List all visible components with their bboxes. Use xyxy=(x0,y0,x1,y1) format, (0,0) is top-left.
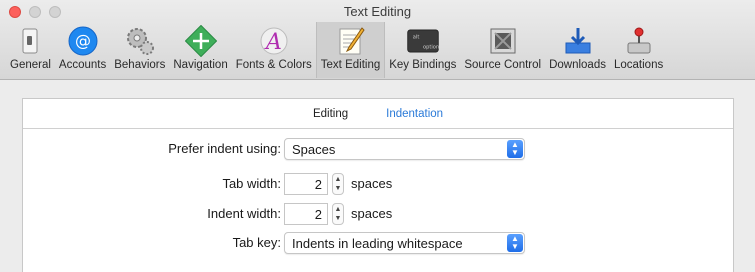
tab-key-value: Indents in leading whitespace xyxy=(292,236,463,251)
option-key-icon: alt option xyxy=(406,25,440,57)
font-a-icon: A xyxy=(257,25,291,57)
indent-width-row: Indent width: 2 ▲ ▼ spaces xyxy=(23,203,733,225)
joystick-drive-icon xyxy=(622,25,656,57)
toolbar-text-editing[interactable]: Text Editing xyxy=(315,22,386,78)
general-switch-icon xyxy=(13,25,47,57)
navigation-arrows-icon xyxy=(184,25,218,57)
toolbar-downloads[interactable]: Downloads xyxy=(545,22,610,78)
prefer-indent-row: Prefer indent using: Spaces ▲ ▼ xyxy=(23,138,733,160)
toolbar-label: Locations xyxy=(613,59,664,71)
toolbar-label: Behaviors xyxy=(114,59,166,71)
preferences-window: Text Editing General @ Accounts Behavior… xyxy=(0,0,755,272)
toolbar-label: Accounts xyxy=(58,59,107,71)
tab-width-value: 2 xyxy=(314,177,322,192)
window-title: Text Editing xyxy=(343,4,412,19)
toolbar-source-control[interactable]: Source Control xyxy=(460,22,545,78)
toolbar-locations[interactable]: Locations xyxy=(610,22,667,78)
tab-width-label: Tab width: xyxy=(222,176,281,191)
indent-width-stepper[interactable]: ▲ ▼ xyxy=(332,203,344,225)
toolbar-label: General xyxy=(10,59,51,71)
pencil-paper-icon xyxy=(334,25,368,57)
at-sign-icon: @ xyxy=(66,25,100,57)
gears-icon xyxy=(123,25,157,57)
titlebar: Text Editing General @ Accounts Behavior… xyxy=(0,0,755,80)
preferences-toolbar: General @ Accounts Behaviors Navigation … xyxy=(6,22,667,78)
indent-width-field[interactable]: 2 xyxy=(284,203,328,225)
tab-key-label: Tab key: xyxy=(232,235,281,250)
tab-width-stepper[interactable]: ▲ ▼ xyxy=(332,173,344,195)
tab-key-select[interactable]: Indents in leading whitespace ▲ ▼ xyxy=(284,232,525,254)
toolbar-general[interactable]: General xyxy=(6,22,55,78)
toolbar-navigation[interactable]: Navigation xyxy=(169,22,231,78)
chevron-updown-icon: ▲ ▼ xyxy=(507,140,523,158)
svg-text:@: @ xyxy=(75,31,91,50)
toolbar-label: Downloads xyxy=(549,59,606,71)
toolbar-fonts-colors[interactable]: A Fonts & Colors xyxy=(232,22,316,78)
source-control-icon xyxy=(486,25,520,57)
downloads-tray-icon xyxy=(561,25,595,57)
svg-text:option: option xyxy=(423,45,439,51)
toolbar-key-bindings[interactable]: alt option Key Bindings xyxy=(385,22,460,78)
indent-width-unit: spaces xyxy=(351,206,393,221)
toolbar-label: Key Bindings xyxy=(389,59,457,71)
indent-width-label: Indent width: xyxy=(207,206,281,221)
prefer-indent-value: Spaces xyxy=(292,142,336,157)
toolbar-label: Navigation xyxy=(173,59,228,71)
toolbar-label: Fonts & Colors xyxy=(235,59,312,71)
svg-text:alt: alt xyxy=(413,34,420,40)
tab-width-unit: spaces xyxy=(351,176,393,191)
tab-bar: Editing Indentation xyxy=(23,99,733,129)
tab-indentation[interactable]: Indentation xyxy=(386,108,443,128)
text-editing-panel: Editing Indentation Prefer indent using:… xyxy=(22,98,734,272)
svg-text:A: A xyxy=(264,30,282,55)
chevron-updown-icon: ▲ ▼ xyxy=(507,234,523,252)
tab-editing[interactable]: Editing xyxy=(313,108,348,128)
tab-width-row: Tab width: 2 ▲ ▼ spaces xyxy=(23,173,733,195)
toolbar-label: Source Control xyxy=(464,59,542,71)
prefer-indent-label: Prefer indent using: xyxy=(168,141,281,156)
toolbar-behaviors[interactable]: Behaviors xyxy=(110,22,169,78)
toolbar-accounts[interactable]: @ Accounts xyxy=(55,22,110,78)
tab-width-field[interactable]: 2 xyxy=(284,173,328,195)
toolbar-label: Text Editing xyxy=(320,59,381,71)
tab-key-row: Tab key: Indents in leading whitespace ▲… xyxy=(23,232,733,254)
indent-width-value: 2 xyxy=(314,207,322,222)
prefer-indent-select[interactable]: Spaces ▲ ▼ xyxy=(284,138,525,160)
